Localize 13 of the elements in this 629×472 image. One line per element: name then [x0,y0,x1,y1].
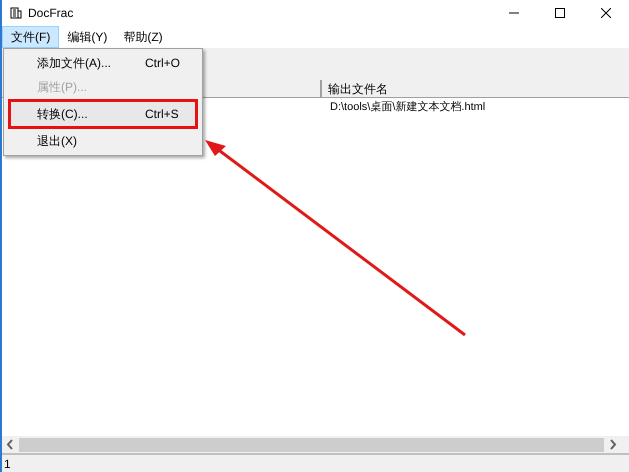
app-icon [10,7,22,19]
scrollbar-thumb[interactable] [19,438,604,452]
close-icon [601,8,611,18]
status-text: 1 [4,456,11,472]
column-header[interactable]: 输出文件名 [328,80,388,97]
menu-option[interactable]: 退出(X) [8,129,198,153]
window-title: DocFrac [28,5,74,22]
menu-item[interactable]: 帮助(Z) [115,26,171,48]
menu-option[interactable]: 转换(C)... Ctrl+S [8,99,198,129]
maximize-icon [555,8,565,18]
table-cell-text: D:\tools\桌面\新建文本文档.html [330,100,486,115]
menu-item[interactable]: 编辑(Y) [59,26,116,48]
menu-item[interactable]: 文件(F) [2,26,60,48]
